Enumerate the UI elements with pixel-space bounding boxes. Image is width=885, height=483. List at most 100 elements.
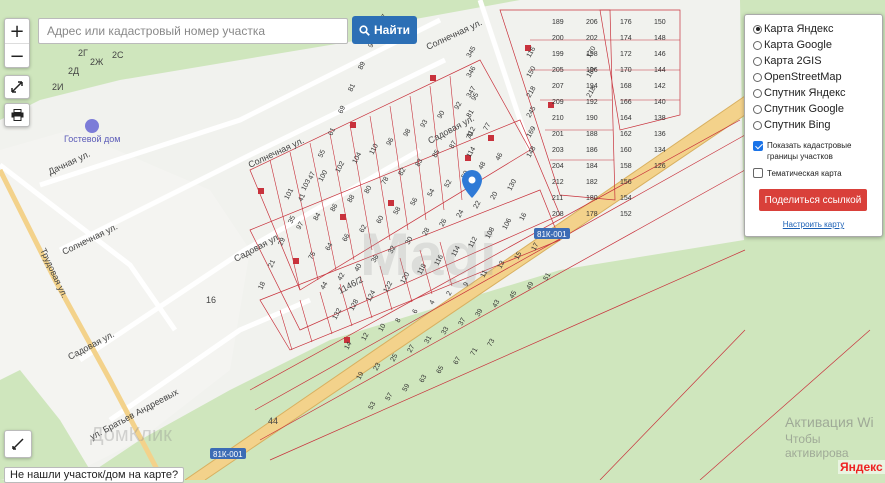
plot-number: 150 <box>654 19 666 26</box>
radio-icon <box>753 120 762 130</box>
plot-number: 144 <box>654 67 666 74</box>
plot-number: 176 <box>620 19 632 26</box>
ruler-icon <box>12 438 24 450</box>
plot-number: 190 <box>586 115 598 122</box>
plot-number: 209 <box>552 99 564 106</box>
activation-watermark: Активация Wi <box>785 414 874 430</box>
layers-panel: Карта Яндекс Карта Google Карта 2GIS Ope… <box>744 14 883 237</box>
layer-option[interactable]: Спутник Яндекс <box>753 87 846 99</box>
layer-option-label: OpenStreetMap <box>764 71 842 83</box>
plot-number: 203 <box>552 147 564 154</box>
cadastral-toggle-label: Показать кадастровые границы участков <box>767 141 852 161</box>
layer-option[interactable]: Спутник Google <box>753 103 844 115</box>
print-button[interactable] <box>4 103 30 127</box>
layer-option[interactable]: OpenStreetMap <box>753 71 842 83</box>
house-number: 2Г <box>78 48 88 58</box>
radio-icon <box>753 24 762 34</box>
share-link-button[interactable]: Поделиться ссылкой <box>759 189 867 211</box>
layer-option[interactable]: Карта Яндекс <box>753 23 833 35</box>
cadastral-toggle[interactable]: Показать кадастровые границы участков <box>753 140 879 162</box>
thematic-toggle[interactable]: Тематическая карта <box>753 168 842 178</box>
plot-number: 182 <box>586 179 598 186</box>
layer-option-label: Спутник Яндекс <box>764 87 846 99</box>
plot-number: 210 <box>552 115 564 122</box>
layer-option-label: Карта 2GIS <box>764 55 822 67</box>
house-number: 2С <box>112 50 124 60</box>
layer-option-label: Спутник Google <box>764 103 844 115</box>
plot-number: 158 <box>620 163 632 170</box>
poi-label: Гостевой дом <box>64 134 120 144</box>
find-button[interactable]: Найти <box>352 16 417 44</box>
plot-number: 188 <box>586 131 598 138</box>
plot-number: 138 <box>654 115 666 122</box>
zoom-out-button[interactable]: − <box>5 44 29 68</box>
zoom-control: + − <box>4 18 30 68</box>
radio-icon <box>753 104 762 114</box>
plot-number: 204 <box>552 163 564 170</box>
layer-option-label: Карта Google <box>764 39 832 51</box>
plot-number: 186 <box>586 147 598 154</box>
activation-watermark-sub: Чтобы активирова <box>785 432 849 460</box>
ruler-button[interactable] <box>4 430 32 458</box>
radio-icon <box>753 88 762 98</box>
road-badge-label: 81К-001 <box>537 230 567 239</box>
plot-number: 148 <box>654 35 666 42</box>
plot-number: 206 <box>586 19 598 26</box>
plot-number: 172 <box>620 51 632 58</box>
radio-icon <box>753 40 762 50</box>
yandex-logo: Яндекс <box>838 460 885 474</box>
printer-icon <box>11 109 23 121</box>
thematic-toggle-label: Тематическая карта <box>767 168 842 178</box>
radio-icon <box>753 72 762 82</box>
house-number: 2Д <box>68 66 79 76</box>
plot-number: 136 <box>654 131 666 138</box>
fullscreen-icon <box>11 81 23 93</box>
plot-number: 142 <box>654 83 666 90</box>
plot-number: 192 <box>586 99 598 106</box>
plot-number: 207 <box>552 83 564 90</box>
search-icon <box>359 24 370 36</box>
plot-number: 205 <box>552 67 564 74</box>
plot-number: 212 <box>552 179 564 186</box>
plot-number: 126 <box>654 163 666 170</box>
checkbox-icon <box>753 168 763 178</box>
layer-option[interactable]: Спутник Bing <box>753 119 831 131</box>
plot-number: 152 <box>620 211 632 218</box>
zoom-in-button[interactable]: + <box>5 19 29 44</box>
plot-number: 211 <box>552 195 563 202</box>
plot-number: 160 <box>620 147 632 154</box>
plot-number: 174 <box>620 35 632 42</box>
plot-number: 180 <box>586 195 598 202</box>
plot-number: 184 <box>586 163 598 170</box>
guesthouse-icon[interactable] <box>85 119 99 133</box>
not-found-button[interactable]: Не нашли участок/дом на карте? <box>4 467 185 483</box>
plot-number: 164 <box>620 115 632 122</box>
plot-number: 189 <box>552 19 564 26</box>
plot-number: 178 <box>586 211 598 218</box>
plot-number: 156 <box>620 179 632 186</box>
plot-number: 146 <box>654 51 666 58</box>
plot-number: 154 <box>620 195 632 202</box>
search-input[interactable] <box>38 18 348 44</box>
plot-number: 134 <box>654 147 666 154</box>
plot-number: 166 <box>620 99 632 106</box>
plot-number: 140 <box>654 99 666 106</box>
layer-option[interactable]: Карта Google <box>753 39 832 51</box>
radio-icon <box>753 56 762 66</box>
find-button-label: Найти <box>374 23 410 37</box>
layer-option[interactable]: Карта 2GIS <box>753 55 822 67</box>
road-number: 44 <box>268 416 278 426</box>
plot-number: 200 <box>552 35 564 42</box>
house-number: 16 <box>206 295 216 305</box>
plot-number: 168 <box>620 83 632 90</box>
plot-number: 208 <box>552 211 564 218</box>
house-number: 2Ж <box>90 57 104 67</box>
fullscreen-button[interactable] <box>4 75 30 99</box>
plot-number: 199 <box>552 51 564 58</box>
layer-option-label: Спутник Bing <box>764 119 831 131</box>
house-number: 2И <box>52 82 63 92</box>
plot-number: 170 <box>620 67 632 74</box>
road-badge-label: 81К-001 <box>213 450 243 459</box>
plot-number: 162 <box>620 131 632 138</box>
configure-map-link[interactable]: Настроить карту <box>745 220 882 229</box>
